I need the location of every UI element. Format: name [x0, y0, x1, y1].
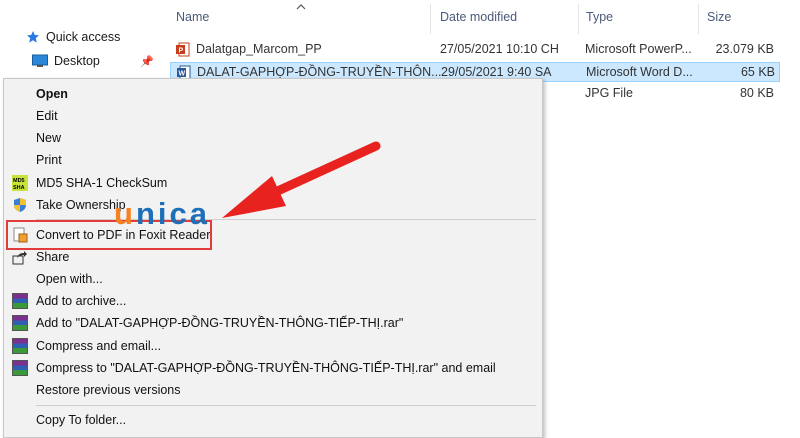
file-size: 65 KB [740, 65, 775, 79]
file-name: DALAT-GAPHỢP-ĐỒNG-TRUYỀN-THÔN... [197, 65, 442, 79]
menu-separator [36, 405, 536, 406]
menu-item-take-ownership[interactable]: Take Ownership [4, 194, 542, 216]
menu-item-add-rar[interactable]: Add to "DALAT-GAPHỢP-ĐỒNG-TRUYỀN-THÔNG-T… [4, 312, 542, 334]
logo-text: nica [135, 196, 210, 231]
menu-item-new[interactable]: New [4, 127, 542, 149]
menu-item-open[interactable]: Open [4, 83, 542, 105]
file-name: Dalatgap_Marcom_PP [196, 42, 322, 56]
star-icon [27, 31, 39, 43]
column-divider[interactable] [578, 4, 579, 34]
share-icon [12, 251, 27, 265]
column-type-header[interactable]: Type [586, 10, 613, 32]
menu-item-print[interactable]: Print [4, 149, 542, 171]
menu-label: New [36, 131, 62, 145]
checksum-icon: MD5SHA [12, 175, 28, 191]
menu-item-edit[interactable]: Edit [4, 105, 542, 127]
menu-label: Take Ownership [36, 198, 126, 212]
svg-text:MD5: MD5 [13, 178, 25, 184]
column-name-header[interactable]: Name [176, 10, 209, 32]
menu-item-open-with[interactable]: Open with... [4, 268, 542, 290]
menu-label: Compress and email... [36, 339, 162, 353]
desktop-icon [32, 54, 48, 67]
menu-item-restore[interactable]: Restore previous versions [4, 379, 542, 401]
menu-label: Print [36, 153, 62, 167]
menu-item-copy-to[interactable]: Copy To folder... [4, 409, 542, 431]
menu-label: Compress to "DALAT-GAPHỢP-ĐỒNG-TRUYỀN-TH… [36, 361, 496, 375]
nav-desktop-label: Desktop [54, 54, 100, 68]
column-divider[interactable] [698, 4, 699, 34]
column-divider[interactable] [430, 4, 431, 34]
svg-text:P: P [179, 48, 184, 55]
menu-label: MD5 SHA-1 CheckSum [36, 176, 168, 190]
svg-text:SHA: SHA [13, 185, 25, 191]
column-size-header[interactable]: Size [707, 10, 731, 32]
sort-up-icon [296, 2, 306, 10]
winrar-icon [12, 293, 28, 309]
file-row[interactable]: P Dalatgap_Marcom_PP 27/05/2021 10:10 CH… [170, 40, 780, 60]
file-date: 27/05/2021 10:10 CH [440, 42, 559, 56]
svg-text:W: W [179, 71, 186, 78]
context-menu: Open Edit New Print MD5 SHA MD5 SHA-1 Che… [3, 78, 543, 438]
powerpoint-icon: P [176, 42, 190, 57]
logo-letter: u [114, 196, 136, 231]
menu-label: Open [36, 87, 68, 101]
menu-label: Add to archive... [36, 294, 127, 308]
winrar-icon [12, 360, 28, 376]
menu-item-compress-email[interactable]: Compress and email... [4, 335, 542, 357]
menu-item-md5[interactable]: MD5 SHA MD5 SHA-1 CheckSum [4, 172, 542, 194]
nav-quick-access-label: Quick access [46, 30, 121, 44]
file-type: Microsoft PowerP... [585, 42, 692, 56]
file-size: 23.079 KB [715, 42, 774, 56]
menu-label: Restore previous versions [36, 383, 181, 397]
file-date: 29/05/2021 9:40 SA [441, 65, 552, 79]
pin-icon[interactable]: 📌 [140, 55, 154, 68]
file-type: Microsoft Word D... [586, 65, 693, 79]
shield-icon [14, 198, 26, 212]
winrar-icon [12, 338, 28, 354]
unica-logo: unica [114, 196, 210, 232]
menu-label: Copy To folder... [36, 413, 127, 427]
menu-label: Share [36, 250, 70, 264]
menu-item-compress-rar-email[interactable]: Compress to "DALAT-GAPHỢP-ĐỒNG-TRUYỀN-TH… [4, 357, 542, 379]
menu-label: Open with... [36, 272, 103, 286]
menu-label: Edit [36, 109, 58, 123]
nav-desktop[interactable]: Desktop [32, 51, 100, 71]
file-type: JPG File [585, 86, 633, 100]
column-date-header[interactable]: Date modified [440, 10, 517, 32]
menu-item-add-archive[interactable]: Add to archive... [4, 290, 542, 312]
nav-quick-access[interactable]: Quick access [26, 27, 120, 47]
file-size: 80 KB [739, 86, 774, 100]
menu-label: Add to "DALAT-GAPHỢP-ĐỒNG-TRUYỀN-THÔNG-T… [36, 316, 404, 330]
winrar-icon [12, 315, 28, 331]
